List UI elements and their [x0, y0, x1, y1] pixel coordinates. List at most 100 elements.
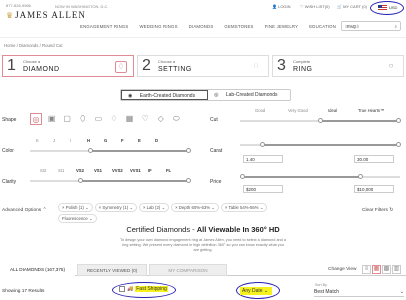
large-grid-view-icon[interactable]: ▩	[382, 265, 391, 274]
main-nav: ENGAGEMENT RINGS WEDDING RINGS DIAMONDS …	[80, 24, 367, 29]
cushion-shape-icon[interactable]: ▢	[61, 113, 73, 125]
clarity-grade[interactable]: FL	[166, 168, 184, 173]
price-slider-max-handle[interactable]	[358, 174, 363, 179]
step-choose-diamond[interactable]: 1 Choose a DIAMOND ♢	[2, 55, 134, 77]
search-icon[interactable]: ⌕	[394, 24, 397, 29]
price-slider-range	[242, 176, 362, 178]
color-grade[interactable]: J	[53, 138, 70, 143]
clarity-grade[interactable]: SI1	[58, 168, 76, 173]
oval-shape-icon[interactable]: ⬯	[77, 113, 89, 125]
login-link[interactable]: 👤 LOGIN	[272, 4, 291, 9]
nav-engagement-rings[interactable]: ENGAGEMENT RINGS	[80, 24, 128, 29]
nav-wedding-rings[interactable]: WEDDING RINGS	[139, 24, 177, 29]
cart-link[interactable]: 🛒 MY CART (0)	[337, 4, 367, 9]
nav-fine-jewelry[interactable]: FINE JEWELRY	[265, 24, 299, 29]
color-grade[interactable]: F	[121, 138, 138, 143]
section-title-strong: All Viewable In 360° HD	[196, 225, 280, 234]
fast-shipping-filter[interactable]: 🚚 Fast Shipping	[119, 286, 168, 292]
grid-view-icon[interactable]: ▦	[372, 265, 381, 274]
color-grade[interactable]: E	[138, 138, 155, 143]
us-flag-icon[interactable]	[378, 5, 387, 10]
breadcrumb[interactable]: Home / Diamonds / Round Cut	[4, 43, 63, 48]
clarity-slider-min-handle[interactable]	[78, 178, 83, 183]
clarity-grade[interactable]: SI2	[40, 168, 58, 173]
color-grade[interactable]: H	[87, 138, 104, 143]
search-input[interactable]: Search ⌕	[341, 21, 401, 31]
chip-polish[interactable]: × Polish (1) ⌄	[58, 203, 93, 212]
chip-table[interactable]: × Table 54%-56% ⌄	[220, 203, 268, 212]
asscher-shape-icon[interactable]: ▦	[124, 113, 136, 125]
color-slider-max-handle[interactable]	[186, 148, 191, 153]
pear-shape-icon[interactable]: ♢	[108, 113, 120, 125]
step-choose-setting[interactable]: 2 Choose a SETTING ◌	[137, 55, 269, 77]
advanced-options-link[interactable]: Advanced Options ⌃	[2, 208, 47, 213]
step-subtitle: Choose a	[23, 59, 41, 64]
price-max-input[interactable]: $10,000	[354, 185, 394, 193]
clarity-grade[interactable]: VS1	[94, 168, 112, 173]
gallery-view-icon[interactable]: ▥	[392, 265, 401, 274]
tab-all-diamonds[interactable]: ALL DIAMONDS (167,375)	[0, 264, 75, 276]
clarity-grade[interactable]: VVS2	[112, 168, 130, 173]
delivery-date-select[interactable]: Any Date ⌄	[240, 287, 272, 295]
phone-number[interactable]: 877-826-9966	[6, 3, 31, 8]
nav-gemstones[interactable]: GEMSTONES	[224, 24, 253, 29]
fast-shipping-label: Fast Shipping	[135, 286, 168, 292]
color-grade[interactable]: K	[36, 138, 53, 143]
heart-shape-icon[interactable]: ♡	[139, 113, 151, 125]
list-view-icon[interactable]: ≡	[362, 265, 371, 274]
nav-diamonds[interactable]: DIAMONDS	[189, 24, 214, 29]
logo-mark-icon: ♛	[6, 11, 15, 20]
carat-slider-max-handle[interactable]	[396, 142, 401, 147]
chip-symmetry[interactable]: × Symmetry (1) ⌄	[94, 203, 137, 212]
earth-created-option[interactable]: ◉ Earth-Created Diamonds	[121, 90, 209, 100]
price-slider-min-handle[interactable]	[240, 174, 245, 179]
cut-grades: Good Very Good Ideal True Hearts™	[255, 108, 403, 113]
clarity-grade[interactable]: VVS1	[130, 168, 148, 173]
clarity-grade[interactable]: VS2	[76, 168, 94, 173]
cut-grade[interactable]: Good	[255, 108, 288, 113]
carat-min-input[interactable]: 1.40	[243, 155, 283, 163]
cut-slider-min-handle[interactable]	[318, 118, 323, 123]
clarity-grades: SI2 SI1 VS2 VS1 VVS2 VVS1 IF FL	[40, 168, 184, 173]
emerald-shape-icon[interactable]: ▭	[92, 113, 104, 125]
sort-by-label: Sort By	[315, 283, 327, 287]
lab-created-option[interactable]: ◎ Lab-Created Diamonds	[208, 90, 289, 100]
clear-filters-link[interactable]: Clear Filters ↻	[362, 208, 393, 213]
clarity-grade[interactable]: IF	[148, 168, 166, 173]
carat-slider-min-handle[interactable]	[260, 142, 265, 147]
cut-slider-max-handle[interactable]	[396, 118, 401, 123]
nav-education[interactable]: EDUCATION	[309, 24, 336, 29]
chip-depth[interactable]: × Depth 60%-63% ⌄	[171, 203, 219, 212]
currency-label[interactable]: USD	[389, 5, 397, 10]
cut-grade[interactable]: True Hearts™	[358, 108, 403, 113]
step-subtitle: Complete	[293, 59, 311, 64]
truck-icon: 🚚	[127, 286, 134, 292]
round-shape-icon[interactable]: ◎	[30, 113, 42, 125]
color-grade[interactable]: D	[155, 138, 172, 143]
tab-recently-viewed[interactable]: RECENTLY VIEWED (0)	[77, 264, 147, 276]
step-title: RING	[293, 66, 313, 73]
color-slider-min-handle[interactable]	[88, 148, 93, 153]
fast-shipping-checkbox[interactable]	[119, 286, 125, 292]
marquise-shape-icon[interactable]: ⬭	[170, 113, 182, 125]
wish-list-link[interactable]: ♡ WISH LIST(0)	[300, 4, 330, 9]
step-complete-ring[interactable]: 3 Complete RING ○	[272, 55, 404, 77]
location-banner[interactable]: NOW IN WASHINGTON, D.C.	[55, 4, 109, 9]
color-grade[interactable]: I	[70, 138, 87, 143]
carat-max-input[interactable]: 30.00	[354, 155, 394, 163]
clarity-slider-max-handle[interactable]	[186, 178, 191, 183]
chip-fluorescence[interactable]: Fluorescence ⌄	[58, 214, 97, 223]
step-subtitle: Choose a	[158, 59, 176, 64]
princess-shape-icon[interactable]: ▣	[46, 113, 58, 125]
cut-grade[interactable]: Very Good	[288, 108, 328, 113]
radiant-shape-icon[interactable]: ◇	[155, 113, 167, 125]
carat-label: Carat	[210, 148, 223, 154]
sort-select[interactable]: Best Match ⌄	[314, 289, 404, 297]
color-grade[interactable]: G	[104, 138, 121, 143]
tab-my-comparison[interactable]: MY COMPARISON	[149, 264, 227, 276]
price-min-input[interactable]: $200	[243, 185, 283, 193]
chevron-up-icon: ⌃	[42, 208, 47, 213]
cut-grade[interactable]: Ideal	[328, 108, 358, 113]
chip-lab[interactable]: × Lab (2) ⌄	[138, 203, 170, 212]
brand-logo[interactable]: ♛JAMES ALLEN	[6, 10, 86, 20]
